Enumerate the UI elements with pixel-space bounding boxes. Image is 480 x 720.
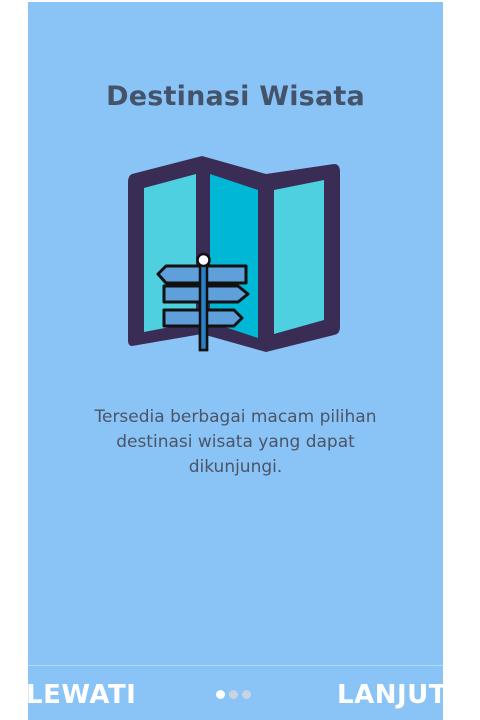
onboarding-screen: Destinasi Wisata Tersedia berbagai macam xyxy=(28,2,443,720)
page-title: Destinasi Wisata xyxy=(106,81,365,112)
skip-button[interactable]: LEWATI xyxy=(28,680,136,710)
page-description: Tersedia berbagai macam pilihan destinas… xyxy=(94,407,377,477)
page-dot-1[interactable] xyxy=(216,689,225,699)
page-dot-2[interactable] xyxy=(229,689,238,699)
next-button[interactable]: LANJUT xyxy=(337,680,443,710)
page-indicator xyxy=(216,689,251,699)
page-dot-3[interactable] xyxy=(242,689,251,699)
map-signpost-icon xyxy=(126,152,342,354)
footer-divider xyxy=(28,665,443,666)
